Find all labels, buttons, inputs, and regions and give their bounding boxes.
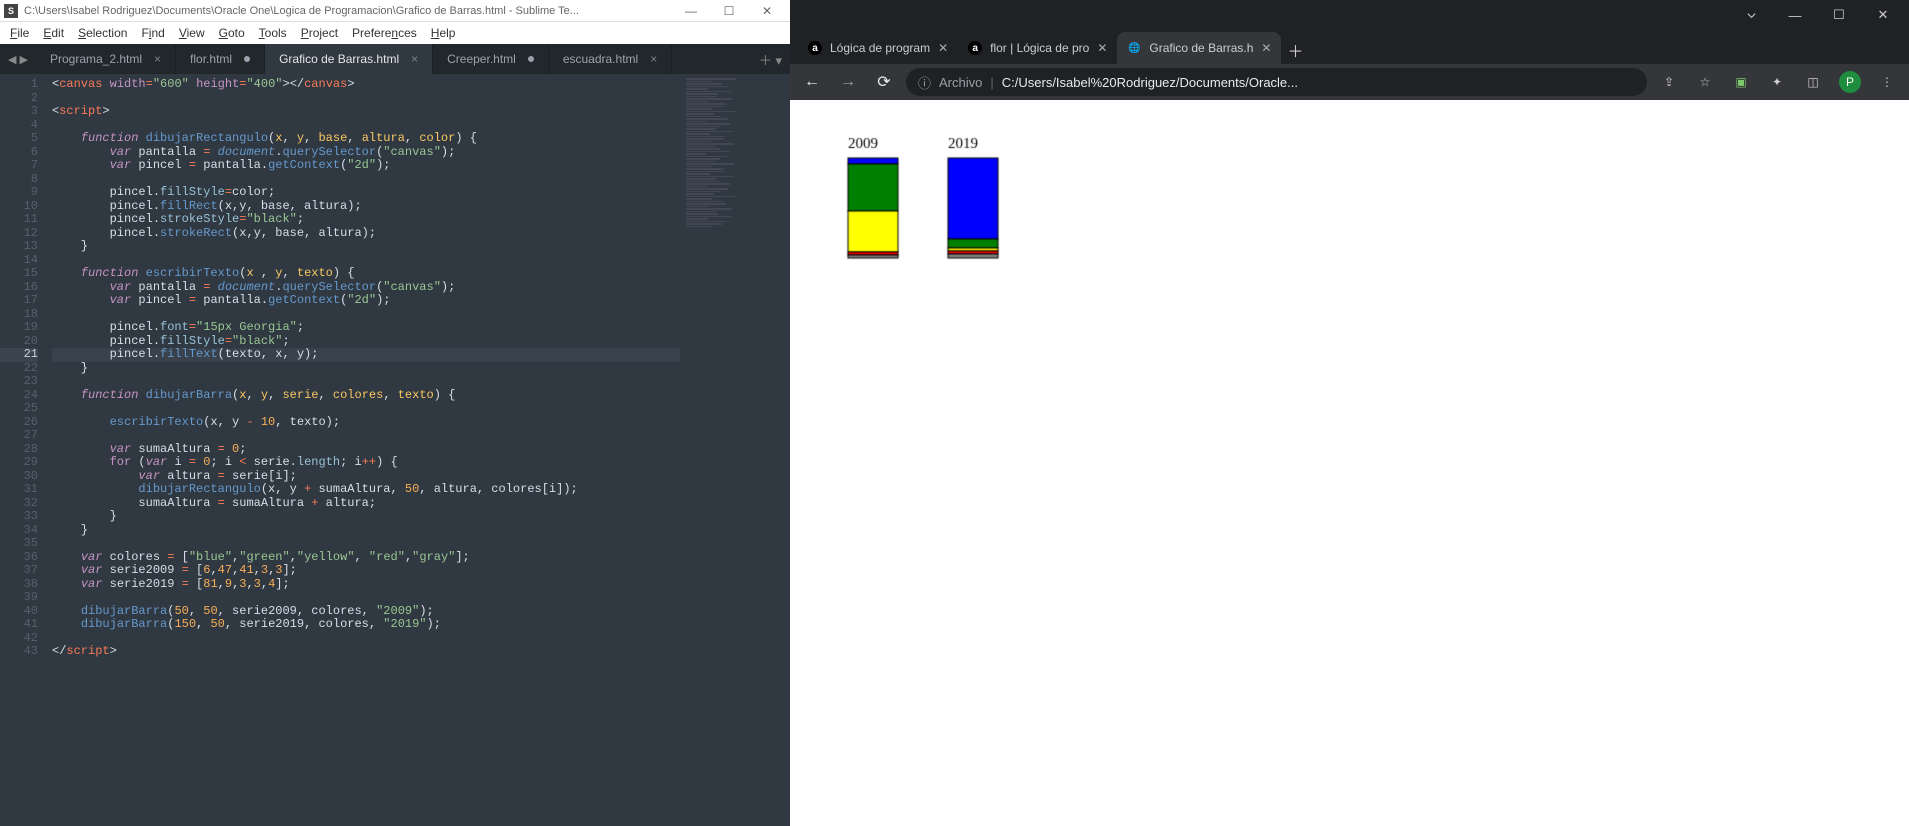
browser-tab[interactable]: a Lógica de program ✕ — [798, 32, 958, 64]
dirty-indicator-icon — [244, 56, 250, 62]
close-tab-icon[interactable]: ✕ — [938, 41, 948, 55]
tab-new-button[interactable]: ＋ ▾ — [751, 44, 790, 74]
sublime-menubar: File Edit Selection Find View Goto Tools… — [0, 22, 790, 44]
browser-tab[interactable]: 🌐 Grafico de Barras.h ✕ — [1117, 32, 1281, 64]
addr-url: C:/Users/Isabel%20Rodriguez/Documents/Or… — [1002, 75, 1298, 90]
tab-label: Grafico de Barras.html — [279, 52, 399, 66]
file-tab[interactable]: flor.html — [176, 44, 265, 74]
extensions-icon[interactable]: ✦ — [1763, 68, 1791, 96]
bar-chart-canvas — [798, 108, 1398, 508]
editor-minimap[interactable] — [680, 74, 790, 826]
editor-code[interactable]: <canvas width="600" height="400"></canva… — [46, 74, 790, 826]
chrome-menu-icon[interactable]: ⋮ — [1873, 68, 1901, 96]
close-tab-icon[interactable]: ✕ — [1097, 41, 1107, 55]
file-tab[interactable]: Programa_2.html × — [36, 44, 176, 74]
menu-preferences[interactable]: Preferences — [346, 24, 423, 42]
addr-label: Archivo — [939, 75, 982, 90]
back-button[interactable]: ← — [798, 68, 826, 96]
window-maximize-button[interactable]: ☐ — [710, 4, 748, 18]
tab-label: Programa_2.html — [50, 52, 142, 66]
chrome-window: — ☐ ✕ a Lógica de program ✕ a flor | Lógica … — [790, 0, 1909, 826]
chrome-maximize-button[interactable]: ☐ — [1817, 1, 1861, 29]
editor-gutter: 1234567891011121314151617181920212223242… — [0, 74, 46, 826]
sublime-editor[interactable]: 1234567891011121314151617181920212223242… — [0, 74, 790, 826]
menu-tools[interactable]: Tools — [253, 24, 293, 42]
chrome-close-button[interactable]: ✕ — [1861, 1, 1905, 29]
window-close-button[interactable]: ✕ — [748, 4, 786, 18]
chrome-minimize-button[interactable]: — — [1773, 1, 1817, 29]
menu-project[interactable]: Project — [295, 24, 344, 42]
tab-nav-arrows[interactable]: ◀ ▶ — [0, 44, 36, 74]
menu-selection[interactable]: Selection — [72, 24, 133, 42]
close-tab-icon[interactable]: × — [154, 52, 161, 66]
tab-title: flor | Lógica de pro — [990, 41, 1089, 55]
menu-goto[interactable]: Goto — [213, 24, 251, 42]
address-bar[interactable]: ⓘ Archivo | C:/Users/Isabel%20Rodriguez/… — [906, 68, 1647, 96]
tab-label: escuadra.html — [563, 52, 638, 66]
chrome-viewport — [790, 100, 1909, 826]
share-icon[interactable]: ⇪ — [1655, 68, 1683, 96]
window-minimize-button[interactable]: — — [672, 4, 710, 18]
favicon: a — [968, 41, 982, 55]
sublime-tabstrip: ◀ ▶ Programa_2.html × flor.html Grafico de … — [0, 44, 790, 74]
profile-avatar[interactable]: P — [1839, 71, 1861, 93]
chrome-toolbar: ← → ⟳ ⓘ Archivo | C:/Users/Isabel%20Rodr… — [790, 64, 1909, 100]
close-tab-icon[interactable]: × — [411, 52, 418, 66]
chrome-titlebar: — ☐ ✕ — [790, 0, 1909, 30]
sublime-window: S C:\Users\Isabel Rodriguez\Documents\Or… — [0, 0, 790, 826]
forward-button[interactable]: → — [834, 68, 862, 96]
file-tab[interactable]: Grafico de Barras.html × — [265, 44, 433, 74]
sublime-titlebar: S C:\Users\Isabel Rodriguez\Documents\Or… — [0, 0, 790, 22]
chrome-tabstrip: a Lógica de program ✕ a flor | Lógica de pro… — [790, 30, 1909, 64]
sublime-title-text: C:\Users\Isabel Rodriguez\Documents\Orac… — [24, 5, 672, 17]
extension-icon-1[interactable]: ▣ — [1727, 68, 1755, 96]
file-tab[interactable]: escuadra.html × — [549, 44, 672, 74]
chrome-new-tab-button[interactable]: ＋ — [1281, 36, 1309, 64]
bookmark-icon[interactable]: ☆ — [1691, 68, 1719, 96]
tab-title: Grafico de Barras.h — [1149, 41, 1253, 55]
browser-tab[interactable]: a flor | Lógica de pro ✕ — [958, 32, 1117, 64]
file-tab[interactable]: Creeper.html — [433, 44, 549, 74]
close-tab-icon[interactable]: × — [650, 52, 657, 66]
menu-find[interactable]: Find — [135, 24, 170, 42]
chrome-chevron-icon[interactable] — [1729, 1, 1773, 29]
site-info-icon[interactable]: ⓘ — [918, 73, 931, 92]
tab-label: flor.html — [190, 52, 232, 66]
side-panel-icon[interactable]: ◫ — [1799, 68, 1827, 96]
tab-label: Creeper.html — [447, 52, 516, 66]
menu-view[interactable]: View — [173, 24, 211, 42]
dirty-indicator-icon — [528, 56, 534, 62]
tab-title: Lógica de program — [830, 41, 930, 55]
close-tab-icon[interactable]: ✕ — [1261, 41, 1271, 55]
favicon: a — [808, 41, 822, 55]
menu-edit[interactable]: Edit — [37, 24, 70, 42]
reload-button[interactable]: ⟳ — [870, 68, 898, 96]
menu-file[interactable]: File — [4, 24, 35, 42]
sublime-app-icon: S — [4, 4, 18, 18]
favicon: 🌐 — [1127, 41, 1141, 55]
menu-help[interactable]: Help — [425, 24, 462, 42]
